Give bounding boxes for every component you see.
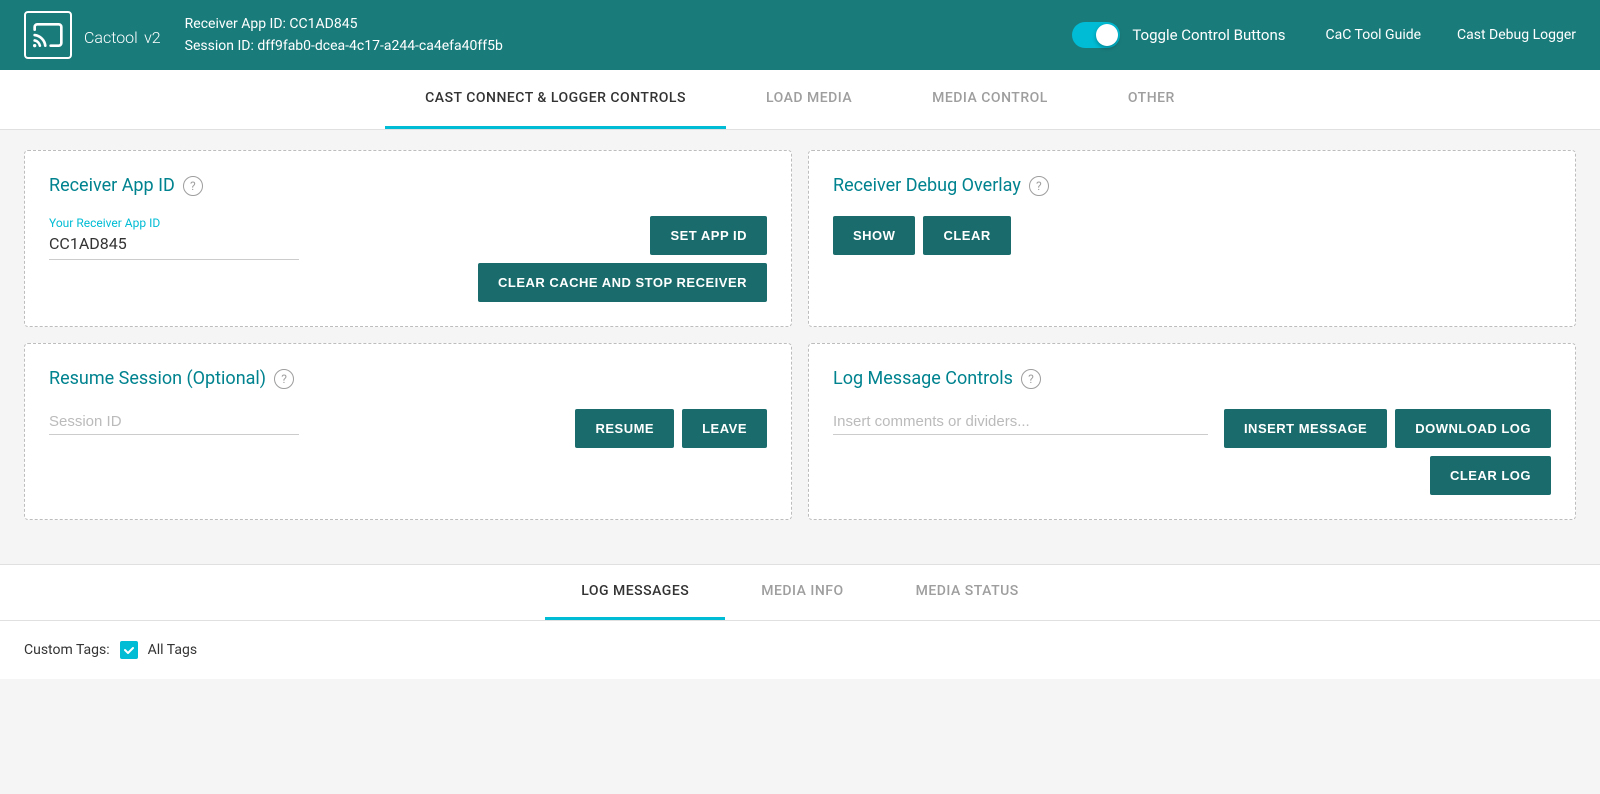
bottom-tab-media-status[interactable]: MEDIA STATUS	[880, 565, 1055, 620]
bottom-tab-media-info[interactable]: MEDIA INFO	[725, 565, 879, 620]
log-controls-body: INSERT MESSAGE DOWNLOAD LOG CLEAR LOG	[833, 409, 1551, 495]
all-tags-label: All Tags	[148, 642, 197, 658]
cast-debug-logger-link[interactable]: Cast Debug Logger	[1457, 27, 1576, 43]
receiver-app-id-card: Receiver App ID ? Your Receiver App ID C…	[24, 150, 792, 327]
log-buttons: INSERT MESSAGE DOWNLOAD LOG CLEAR LOG	[1224, 409, 1551, 495]
session-id-input[interactable]	[49, 409, 299, 435]
receiver-debug-card: Receiver Debug Overlay ? SHOW CLEAR	[808, 150, 1576, 327]
all-tags-checkbox[interactable]	[120, 641, 138, 659]
receiver-debug-title: Receiver Debug Overlay ?	[833, 175, 1551, 196]
custom-tags-row: Custom Tags: All Tags	[0, 621, 1600, 679]
toggle-section: Toggle Control Buttons	[1072, 22, 1285, 48]
cards-grid: Receiver App ID ? Your Receiver App ID C…	[24, 150, 1576, 520]
resume-session-body: RESUME LEAVE	[49, 409, 767, 448]
toggle-label: Toggle Control Buttons	[1132, 26, 1285, 44]
bottom-section: LOG MESSAGES MEDIA INFO MEDIA STATUS Cus…	[0, 564, 1600, 679]
receiver-app-id-info: Receiver App ID: CC1AD845	[185, 13, 1073, 35]
toggle-thumb	[1096, 24, 1118, 46]
log-controls-help-icon[interactable]: ?	[1021, 369, 1041, 389]
log-comment-input[interactable]	[833, 409, 1208, 435]
toggle-control-buttons[interactable]	[1072, 22, 1120, 48]
receiver-app-id-buttons: SET APP ID CLEAR CACHE AND STOP RECEIVER	[478, 216, 767, 302]
insert-message-button[interactable]: INSERT MESSAGE	[1224, 409, 1387, 448]
log-message-controls-card: Log Message Controls ? INSERT MESSAGE DO…	[808, 343, 1576, 520]
download-log-button[interactable]: DOWNLOAD LOG	[1395, 409, 1551, 448]
tab-load-media[interactable]: LOAD MEDIA	[726, 70, 892, 129]
receiver-app-id-title: Receiver App ID ?	[49, 175, 767, 196]
resume-session-input-section	[49, 409, 575, 435]
top-tabs: CAST CONNECT & LOGGER CONTROLS LOAD MEDI…	[0, 70, 1600, 129]
receiver-app-id-input-section: Your Receiver App ID CC1AD845	[49, 216, 478, 276]
receiver-app-id-value[interactable]: CC1AD845	[49, 234, 299, 260]
leave-button[interactable]: LEAVE	[682, 409, 767, 448]
bottom-tab-log-messages[interactable]: LOG MESSAGES	[545, 565, 725, 620]
header-info: Receiver App ID: CC1AD845 Session ID: df…	[185, 13, 1073, 58]
clear-log-button[interactable]: CLEAR LOG	[1430, 456, 1551, 495]
logo-section: Cactool v2	[24, 11, 161, 59]
tab-other[interactable]: OTHER	[1088, 70, 1215, 129]
resume-session-title: Resume Session (Optional) ?	[49, 368, 767, 389]
receiver-debug-help-icon[interactable]: ?	[1029, 176, 1049, 196]
receiver-app-id-input-label: Your Receiver App ID	[49, 216, 478, 230]
clear-debug-button[interactable]: CLEAR	[923, 216, 1010, 255]
custom-tags-label: Custom Tags:	[24, 642, 110, 658]
tab-cast-connect[interactable]: CAST CONNECT & LOGGER CONTROLS	[385, 70, 726, 129]
receiver-debug-buttons: SHOW CLEAR	[833, 216, 1551, 255]
cast-icon	[24, 11, 72, 59]
resume-button[interactable]: RESUME	[575, 409, 674, 448]
clear-cache-stop-button[interactable]: CLEAR CACHE AND STOP RECEIVER	[478, 263, 767, 302]
receiver-app-id-body: Your Receiver App ID CC1AD845 SET APP ID…	[49, 216, 767, 302]
tab-media-control[interactable]: MEDIA CONTROL	[892, 70, 1088, 129]
app-header: Cactool v2 Receiver App ID: CC1AD845 Ses…	[0, 0, 1600, 70]
show-debug-button[interactable]: SHOW	[833, 216, 915, 255]
resume-session-buttons: RESUME LEAVE	[575, 409, 767, 448]
log-controls-title: Log Message Controls ?	[833, 368, 1551, 389]
resume-session-help-icon[interactable]: ?	[274, 369, 294, 389]
receiver-app-id-help-icon[interactable]: ?	[183, 176, 203, 196]
session-id-info: Session ID: dff9fab0-dcea-4c17-a244-ca4e…	[185, 35, 1073, 57]
main-content: Receiver App ID ? Your Receiver App ID C…	[0, 130, 1600, 556]
resume-session-card: Resume Session (Optional) ? RESUME LEAVE	[24, 343, 792, 520]
header-links: CaC Tool Guide Cast Debug Logger	[1326, 27, 1577, 43]
app-name: Cactool v2	[84, 20, 161, 50]
log-top-row: INSERT MESSAGE DOWNLOAD LOG	[1224, 409, 1551, 448]
bottom-tabs: LOG MESSAGES MEDIA INFO MEDIA STATUS	[0, 565, 1600, 621]
top-tabs-container: CAST CONNECT & LOGGER CONTROLS LOAD MEDI…	[0, 70, 1600, 130]
set-app-id-button[interactable]: SET APP ID	[650, 216, 767, 255]
cac-tool-guide-link[interactable]: CaC Tool Guide	[1326, 27, 1422, 43]
